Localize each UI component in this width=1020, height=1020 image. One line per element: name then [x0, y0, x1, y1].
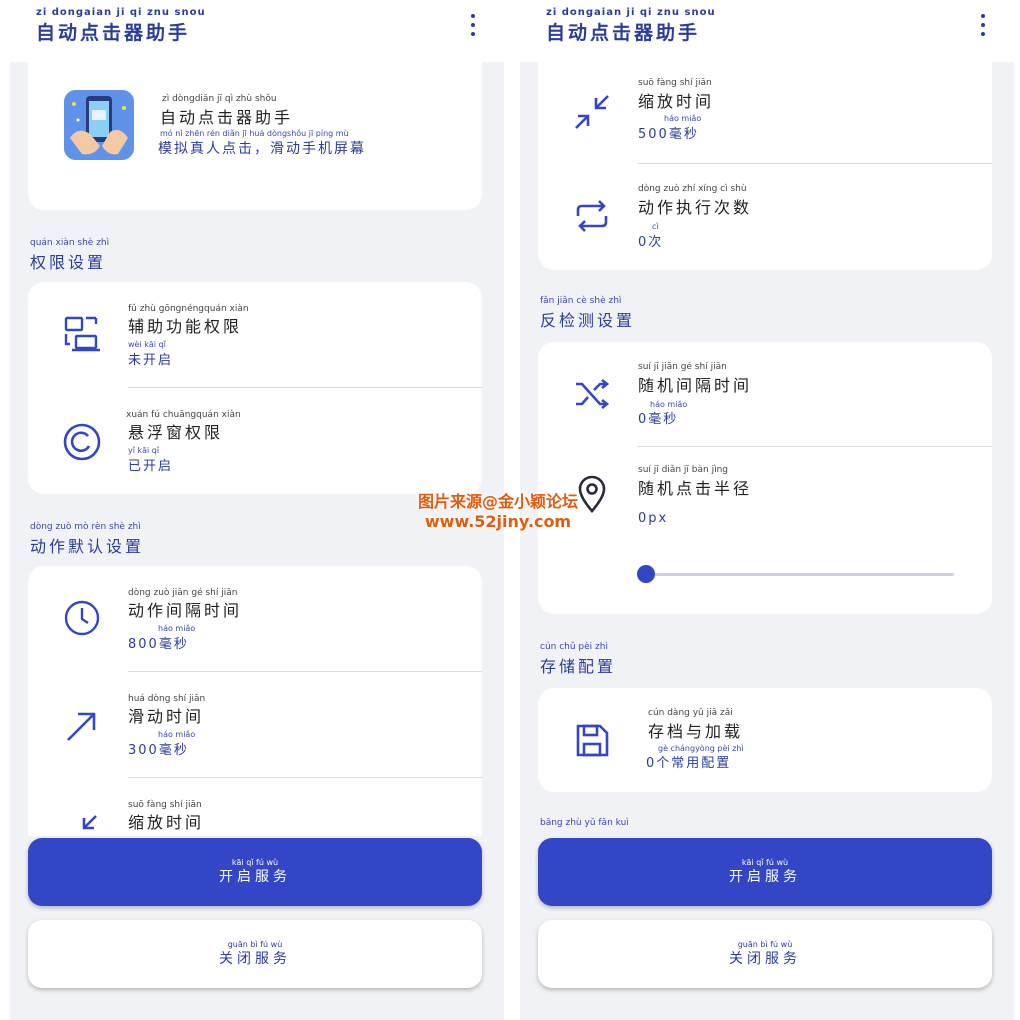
row-title-pinyin: suí jī jiān gé shí jiān — [638, 362, 727, 372]
section-action-defaults: dòng zuò mò rèn shè zhì 动作默认设置 — [30, 522, 144, 557]
location-pin-icon — [570, 471, 614, 515]
row-value: 800毫秒 — [128, 637, 189, 652]
action-row-repeat-count[interactable]: dòng zuò zhí xíng cì shù 动作执行次数 cì 0次 — [538, 164, 992, 270]
row-title: 随机点击半径 — [638, 479, 753, 498]
row-value: 0毫秒 — [638, 412, 679, 427]
about-card: zì dòngdiǎn jī qì zhù shǒu 自动点击器助手 mó nǐ… — [28, 62, 482, 210]
section-title: 反检测设置 — [540, 311, 636, 330]
section-title: 存储配置 — [540, 657, 617, 676]
anti-row-random-radius[interactable]: suí jī diǎn jī bàn jìng 随机点击半径 0px — [538, 447, 992, 614]
permissions-card: fǔ zhù gōngnéngquán xiàn 辅助功能权限 wèi kāi … — [28, 282, 482, 494]
save-disk-icon — [570, 718, 614, 762]
row-title: 缩放时间 — [128, 813, 205, 832]
row-value: 0次 — [638, 235, 664, 250]
start-service-button[interactable]: kāi qǐ fú wù 开启服务 — [28, 838, 482, 906]
anti-detection-card: suí jī jiān gé shí jiān 随机间隔时间 háo miǎo … — [538, 342, 992, 614]
radius-slider-thumb[interactable] — [637, 565, 655, 583]
radius-slider-track[interactable] — [646, 573, 954, 576]
section-pinyin: dòng zuò mò rèn shè zhì — [30, 522, 141, 532]
action-defaults-card: dòng zuò jiān gé shí jiān 动作间隔时间 háo miǎ… — [28, 566, 482, 836]
right-screen: zi dongaian ji qi znu snou 自动点击器助手 suō f… — [510, 0, 1020, 1020]
row-value: 300毫秒 — [128, 743, 189, 758]
stop-service-button[interactable]: guān bì fú wù 关闭服务 — [538, 920, 992, 988]
button-label: 开启服务 — [219, 869, 291, 885]
action-row-swipe-time[interactable]: huá dòng shí jiān 滑动时间 háo miǎo 300毫秒 — [28, 672, 482, 778]
button-label: 开启服务 — [729, 869, 801, 885]
about-name: 自动点击器助手 — [160, 108, 294, 127]
anti-row-random-interval[interactable]: suí jī jiān gé shí jiān 随机间隔时间 háo miǎo … — [538, 342, 992, 446]
storage-card: cún dàng yǔ jiā zǎi 存档与加载 gè chángyòng p… — [538, 688, 992, 792]
row-title: 辅助功能权限 — [128, 317, 243, 336]
float-window-icon — [60, 420, 104, 464]
action-row-interval[interactable]: dòng zuò jiān gé shí jiān 动作间隔时间 háo miǎ… — [28, 566, 482, 672]
row-title: 存档与加载 — [648, 722, 744, 741]
section-storage: cún chǔ pèi zhì 存储配置 — [540, 642, 616, 677]
row-value: 500毫秒 — [638, 127, 699, 142]
zoom-in-arrows-icon — [570, 90, 614, 134]
action-row-zoom-time[interactable]: suō fàng shí jiān 缩放时间 háo miǎo 500毫秒 — [538, 62, 992, 164]
about-desc: 模拟真人点击，滑动手机屏幕 — [158, 141, 366, 157]
row-value: 0个常用配置 — [646, 756, 732, 771]
app-logo-icon — [64, 90, 134, 160]
section-permissions: quán xiàn shè zhì 权限设置 — [30, 238, 109, 273]
row-value-pinyin: cì — [652, 222, 659, 231]
row-value: 0px — [638, 511, 669, 526]
about-desc-pinyin: mó nǐ zhēn rén diǎn jī huá dòngshǒu jī p… — [160, 129, 349, 138]
swipe-arrow-icon — [60, 704, 104, 748]
left-screen: zi dongaian ji qi znu snou 自动点击器助手 zì dò… — [0, 0, 510, 1020]
more-menu-icon[interactable] — [468, 12, 478, 40]
app-bar: zi dongaian ji qi znu snou 自动点击器助手 — [0, 0, 510, 62]
row-status: 已开启 — [128, 459, 174, 474]
app-title-pinyin: zi dongaian ji qi znu snou — [36, 7, 206, 18]
app-title: 自动点击器助手 — [36, 22, 191, 44]
action-defaults-card: suō fàng shí jiān 缩放时间 háo miǎo 500毫秒 dò… — [538, 62, 992, 270]
row-title: 随机间隔时间 — [638, 376, 753, 395]
button-label: 关闭服务 — [729, 951, 801, 967]
row-title: 动作执行次数 — [638, 198, 753, 217]
settings-scroll-area[interactable]: zì dòngdiǎn jī qì zhù shǒu 自动点击器助手 mó nǐ… — [10, 62, 504, 1020]
accessibility-icon — [60, 312, 104, 356]
app-title: 自动点击器助手 — [546, 22, 701, 44]
row-title-pinyin: dòng zuò zhí xíng cì shù — [638, 184, 747, 194]
row-status: 未开启 — [128, 353, 174, 368]
section-pinyin: fǎn jiǎn cè shè zhì — [540, 296, 622, 306]
settings-scroll-area[interactable]: suō fàng shí jiān 缩放时间 háo miǎo 500毫秒 dò… — [520, 62, 1014, 1020]
app-title-pinyin: zi dongaian ji qi znu snou — [546, 7, 716, 18]
zoom-in-arrows-icon — [60, 808, 104, 836]
row-title-pinyin: suí jī diǎn jī bàn jìng — [638, 465, 728, 475]
shuffle-icon — [570, 372, 614, 416]
section-pinyin: quán xiàn shè zhì — [30, 238, 110, 248]
repeat-icon — [570, 194, 614, 238]
row-title-pinyin: suō fàng shí jiān — [638, 78, 712, 88]
more-menu-icon[interactable] — [978, 12, 988, 40]
about-name-pinyin: zì dòngdiǎn jī qì zhù shǒu — [162, 94, 277, 104]
row-title: 动作间隔时间 — [128, 601, 243, 620]
section-help-feedback: bāng zhù yǔ fǎn kuì — [540, 818, 629, 828]
row-value-pinyin: háo miǎo — [158, 730, 196, 739]
row-value-pinyin: háo miǎo — [158, 624, 196, 633]
action-row-zoom-time[interactable]: suō fàng shí jiān 缩放时间 — [28, 778, 482, 836]
row-status-pinyin: wèi kāi qǐ — [128, 340, 166, 349]
permission-row-accessibility[interactable]: fǔ zhù gōngnéngquán xiàn 辅助功能权限 wèi kāi … — [28, 282, 482, 388]
section-anti-detection: fǎn jiǎn cè shè zhì 反检测设置 — [540, 296, 635, 331]
row-title: 滑动时间 — [128, 707, 205, 726]
row-title: 缩放时间 — [638, 92, 715, 111]
storage-row-save-load[interactable]: cún dàng yǔ jiā zǎi 存档与加载 gè chángyòng p… — [538, 688, 992, 792]
app-bar: zi dongaian ji qi znu snou 自动点击器助手 — [510, 0, 1020, 62]
row-title-pinyin: cún dàng yǔ jiā zǎi — [648, 708, 733, 718]
section-pinyin: bāng zhù yǔ fǎn kuì — [540, 818, 629, 828]
row-value-pinyin: háo miǎo — [664, 114, 702, 123]
stop-service-button[interactable]: guān bì fú wù 关闭服务 — [28, 920, 482, 988]
row-title: 悬浮窗权限 — [128, 423, 224, 442]
start-service-button[interactable]: kāi qǐ fú wù 开启服务 — [538, 838, 992, 906]
section-pinyin: cún chǔ pèi zhì — [540, 642, 608, 652]
row-status-pinyin: yǐ kāi qǐ — [128, 446, 160, 455]
section-title: 权限设置 — [30, 253, 107, 272]
button-label: 关闭服务 — [219, 951, 291, 967]
section-title: 动作默认设置 — [30, 537, 145, 556]
permission-row-float-window[interactable]: xuán fú chuāngquán xiàn 悬浮窗权限 yǐ kāi qǐ … — [28, 388, 482, 494]
clock-icon — [60, 596, 104, 640]
